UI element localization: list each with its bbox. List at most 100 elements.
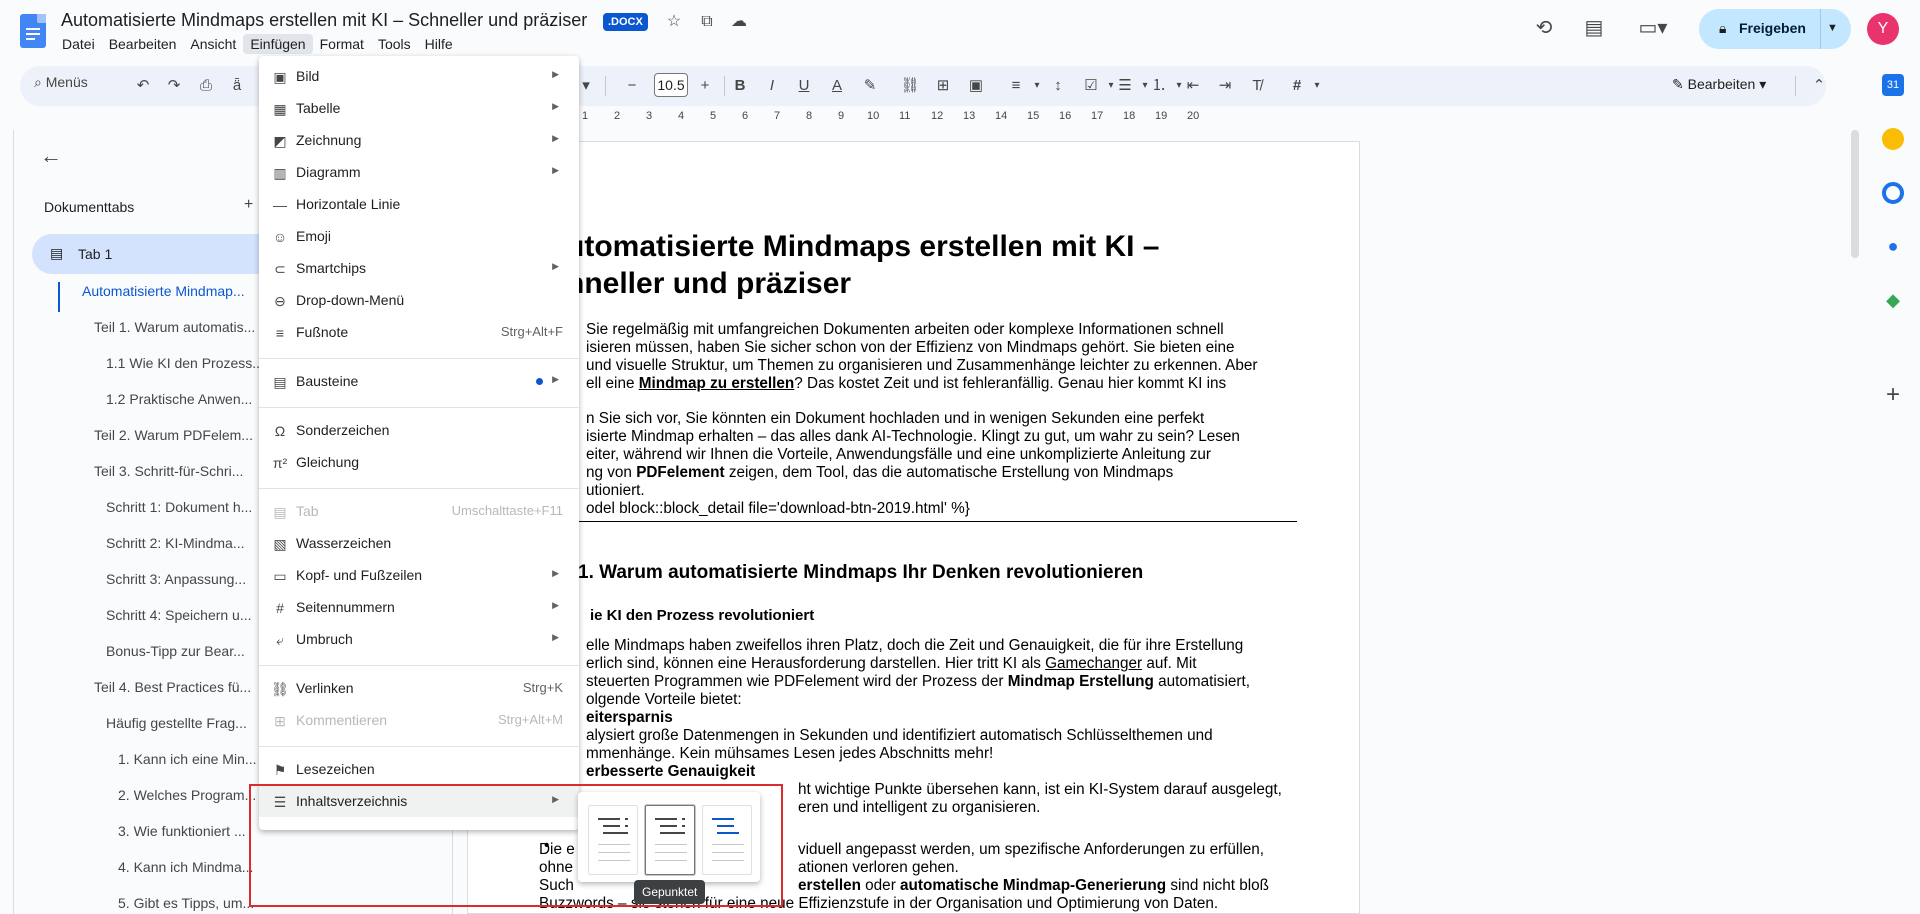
increase-indent-icon[interactable]: ⇥ [1214, 75, 1236, 97]
menu-einfuegen[interactable]: Einfügen [243, 34, 313, 54]
cloud-status-icon[interactable]: ☁ [729, 12, 749, 32]
calendar-icon[interactable]: 31 [1882, 74, 1904, 96]
menu-item-kopf-fusszeilen[interactable]: ▭ Kopf- und Fußzeilen ▶ [259, 559, 579, 591]
collapse-toolbar-icon[interactable]: ⌃ [1808, 75, 1830, 97]
menu-item-diagramm[interactable]: ▥ Diagramm ▶ [259, 156, 579, 188]
menu-item-bild[interactable]: ▣ Bild ▶ [259, 60, 579, 92]
outline-item[interactable]: Teil 2. Warum PDFelem... [94, 427, 253, 443]
menu-item-bausteine[interactable]: ▤ Bausteine ▶ [259, 365, 579, 397]
avatar[interactable]: Y [1867, 13, 1899, 45]
outline-item[interactable]: 5. Gibt es Tipps, um... [118, 895, 254, 911]
outline-item[interactable]: 4. Kann ich Mindma... [118, 859, 253, 875]
menu-item-gleichung[interactable]: π² Gleichung [259, 446, 579, 478]
menu-item-zeichnung[interactable]: ◩ Zeichnung ▶ [259, 124, 579, 156]
menu-item-lesezeichen[interactable]: ⚑ Lesezeichen [259, 753, 579, 785]
font-size-input[interactable]: 10.5 [654, 73, 688, 97]
bold-icon[interactable]: B [729, 75, 751, 97]
increase-font-icon[interactable]: + [694, 75, 716, 97]
menu-item-sonderzeichen[interactable]: Ω Sonderzeichen [259, 414, 579, 446]
history-icon[interactable]: ⟲ [1531, 15, 1557, 41]
outline-item[interactable]: Schritt 3: Anpassung... [106, 571, 246, 587]
sidebar-tab-1[interactable]: ▤ Tab 1 [32, 234, 282, 274]
chevron-down-icon[interactable]: ▼ [1827, 22, 1838, 34]
share-button[interactable]: 🔒︎ Freigeben ▼ [1699, 9, 1851, 49]
menu-hilfe[interactable]: Hilfe [418, 34, 460, 54]
outline-item[interactable]: Teil 3. Schritt-für-Schri... [94, 463, 243, 479]
docs-logo-icon[interactable] [20, 14, 46, 48]
add-addon-icon[interactable]: + [1882, 383, 1904, 407]
outline-item[interactable]: 1.1 Wie KI den Prozess... [106, 355, 264, 371]
maps-icon[interactable]: ◆ [1882, 290, 1904, 312]
menu-item-seitennummern[interactable]: # Seitennummern ▶ [259, 591, 579, 623]
menu-item-wasserzeichen[interactable]: ▧ Wasserzeichen [259, 527, 579, 559]
back-arrow-icon[interactable]: ← [40, 143, 62, 169]
doc-link[interactable]: Mindmap zu erstellen [639, 375, 795, 392]
highlight-icon[interactable]: ✎ [859, 75, 881, 97]
doc-text-line: eren und intelligent zu organisieren. [798, 799, 1041, 816]
align-chevron-icon[interactable]: ▾ [1026, 75, 1048, 97]
spellcheck-icon[interactable]: ǟ [226, 75, 248, 97]
menu-item-smartchips[interactable]: ⊂ Smartchips ▶ [259, 252, 579, 284]
menu-ansicht[interactable]: Ansicht [183, 34, 243, 54]
bulleted-list-icon[interactable]: ☰ [1114, 75, 1136, 97]
redo-icon[interactable]: ↷ [163, 75, 185, 97]
menu-bearbeiten[interactable]: Bearbeiten [102, 34, 184, 54]
editing-mode-dropdown[interactable]: ✎ Bearbeiten ▾ [1672, 76, 1766, 93]
outline-item[interactable]: Bonus-Tipp zur Bear... [106, 643, 245, 659]
outline-item[interactable]: Teil 4. Best Practices fü... [94, 679, 251, 695]
menu-item-horizontale-linie[interactable]: — Horizontale Linie [259, 188, 579, 220]
outline-item[interactable]: Teil 1. Warum automatis... [94, 319, 255, 335]
decrease-indent-icon[interactable]: ⇤ [1182, 75, 1204, 97]
hash-chevron-icon[interactable]: ▾ [1306, 75, 1328, 97]
checklist-icon[interactable]: ☑ [1080, 75, 1102, 97]
outline-item[interactable]: Schritt 2: KI-Mindma... [106, 535, 244, 551]
align-icon[interactable]: ≡ [1005, 75, 1027, 97]
add-tab-icon[interactable]: + [244, 196, 253, 214]
menu-item-umbruch[interactable]: ⤶ Umbruch ▶ [259, 623, 579, 655]
doc-link[interactable]: Gamechanger [1045, 655, 1142, 672]
comments-icon[interactable]: ▤ [1581, 15, 1607, 41]
keep-icon[interactable] [1882, 128, 1904, 150]
outline-item[interactable]: 3. Wie funktioniert ... [118, 823, 246, 839]
comment-add-icon[interactable]: ⊞ [932, 75, 954, 97]
line-spacing-icon[interactable]: ↕ [1047, 75, 1069, 97]
horizontal-ruler[interactable]: 1 2 3 4 5 6 7 8 9 10 11 12 13 14 15 16 1… [570, 108, 1810, 126]
link-icon[interactable]: ⛓ [899, 75, 921, 97]
outline-item[interactable]: Schritt 1: Dokument h... [106, 499, 252, 515]
underline-icon[interactable]: U [793, 75, 815, 97]
hash-icon[interactable]: # [1286, 75, 1308, 97]
menu-item-verlinken[interactable]: ⛓ Verlinken Strg+K [259, 672, 579, 704]
outline-item[interactable]: 1.2 Praktische Anwen... [106, 391, 252, 407]
outline-item[interactable]: Häufig gestellte Frag... [106, 715, 247, 731]
contacts-icon[interactable]: ● [1882, 236, 1904, 258]
star-icon[interactable]: ☆ [664, 12, 684, 32]
print-icon[interactable]: ⎙ [195, 75, 217, 97]
decrease-font-icon[interactable]: − [621, 75, 643, 97]
menu-format[interactable]: Format [313, 34, 371, 54]
meet-video-icon[interactable]: ▭▾ [1633, 15, 1673, 41]
menu-item-fussnote[interactable]: ≡ Fußnote Strg+Alt+F [259, 316, 579, 348]
outline-item[interactable]: 1. Kann ich eine Min... [118, 751, 257, 767]
menu-item-shortcut: Strg+Alt+M [497, 712, 563, 727]
doc-text-line: ng von PDFelement zeigen, dem Tool, das … [586, 464, 1173, 482]
text-color-icon[interactable]: A [826, 75, 848, 97]
menu-item-emoji[interactable]: ☺ Emoji [259, 220, 579, 252]
clear-formatting-icon[interactable]: T̸ [1246, 75, 1268, 97]
menu-item-tabelle[interactable]: ▦ Tabelle ▶ [259, 92, 579, 124]
menu-item-dropdown[interactable]: ⊖ Drop-down-Menü [259, 284, 579, 316]
tasks-icon[interactable] [1882, 182, 1904, 204]
document-title[interactable]: Automatisierte Mindmaps erstellen mit KI… [61, 10, 587, 31]
scrollbar[interactable] [1851, 130, 1859, 258]
menu-tools[interactable]: Tools [371, 34, 418, 54]
menu-datei[interactable]: Datei [55, 34, 102, 54]
image-icon[interactable]: ▣ [965, 75, 987, 97]
outline-item[interactable]: Schritt 4: Speichern u... [106, 607, 252, 623]
undo-icon[interactable]: ↶ [132, 75, 154, 97]
italic-icon[interactable]: I [761, 75, 783, 97]
outline-item[interactable]: Automatisierte Mindmap... [82, 283, 245, 299]
outline-item[interactable]: 2. Welches Program... [118, 787, 256, 803]
vertical-ruler[interactable] [0, 130, 14, 914]
move-folder-icon[interactable]: ⧉ [697, 12, 717, 32]
menu-search[interactable]: ⌕ Menüs [34, 74, 88, 91]
numbered-list-icon[interactable]: ⒈ [1148, 75, 1170, 97]
